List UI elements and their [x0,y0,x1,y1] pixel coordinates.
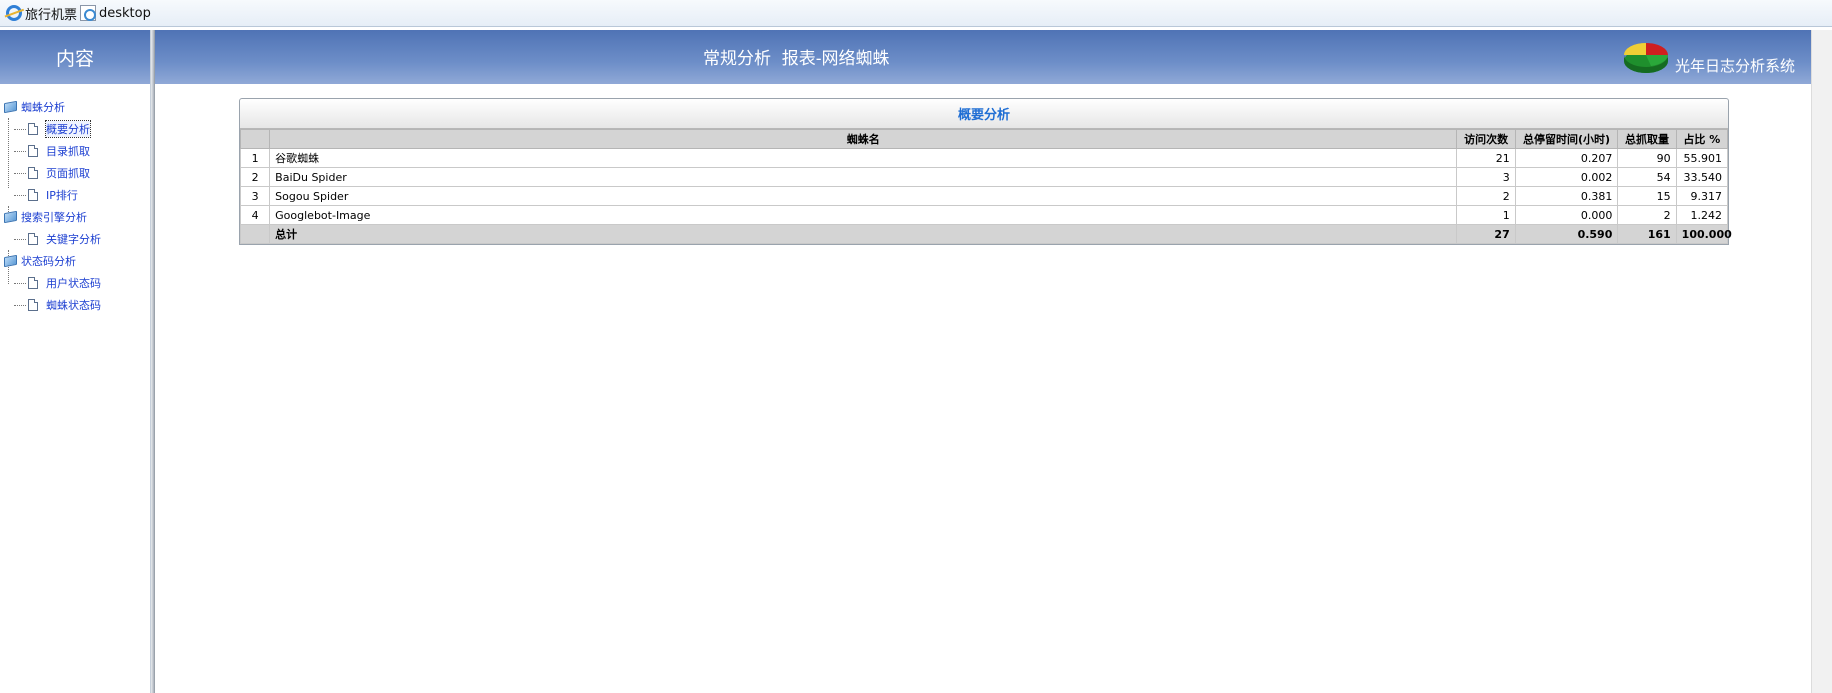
document-icon [28,189,38,201]
tree-item-label[interactable]: 蜘蛛状态码 [46,297,101,313]
visits-cell: 2 [1456,186,1516,206]
tree-folder-label[interactable]: 状态码分析 [21,253,76,269]
percent-cell: 9.317 [1675,186,1729,206]
stay-time-cell: 0.002 [1514,167,1619,187]
total-stay-time: 0.590 [1514,224,1619,244]
spider-name-cell: 谷歌蜘蛛 [269,148,1458,168]
tree-item-label[interactable]: 用户状态码 [46,275,101,291]
total-crawl-count: 161 [1617,224,1677,244]
percent-cell: 1.242 [1675,205,1729,225]
stay-time-cell: 0.381 [1514,186,1619,206]
favorite-label: desktop [99,5,151,21]
tree-item-label[interactable]: 目录抓取 [46,143,90,159]
folder-icon [4,210,17,224]
percent-cell: 33.540 [1675,167,1729,187]
document-icon [28,233,38,245]
table-row: 3 Sogou Spider 2 0.381 15 9.317 [239,186,1729,206]
tree-item-label[interactable]: 页面抓取 [46,165,90,181]
tree-folder-label[interactable]: 搜索引擎分析 [21,209,87,225]
tree-item-ip-ranking[interactable]: IP排行 [0,184,150,206]
document-icon [28,123,38,135]
tree-branch [14,304,26,306]
tree-branch [14,282,26,284]
tree-folder-status-code[interactable]: 状态码分析 [0,250,150,272]
nav-title: 内容 [0,30,150,84]
tree-branch [14,172,26,174]
folder-icon [4,100,17,114]
percent-cell: 55.901 [1675,148,1729,168]
column-header-crawl-count[interactable]: 总抓取量 [1617,129,1677,149]
row-index: 4 [239,205,271,225]
tree-item-label[interactable]: IP排行 [46,187,78,203]
tree-item-keyword[interactable]: 关键字分析 [0,228,150,250]
tree-item-user-status[interactable]: 用户状态码 [0,272,150,294]
column-header-percent[interactable]: 占比 % [1675,129,1729,149]
document-icon [28,299,38,311]
favorite-label: 旅行机票 [25,7,78,23]
document-icon [28,145,38,157]
tree-branch [14,194,26,196]
pie-chart-logo-icon [1624,43,1668,73]
total-percent: 100.000 [1675,224,1732,244]
stay-time-cell: 0.207 [1514,148,1619,168]
favorites-bar: 旅行机票 desktop [0,0,1832,27]
report-caption: 概要分析 [240,99,1728,129]
tree-item-label[interactable]: 概要分析 [45,120,91,138]
stay-time-cell: 0.000 [1514,205,1619,225]
table-row: 1 谷歌蜘蛛 21 0.207 90 55.901 [239,148,1729,168]
tree-item-spider-status[interactable]: 蜘蛛状态码 [0,294,150,316]
main-frame: 常规分析 报表-网络蜘蛛 光年日志分析系统 概要分析 蜘蛛名 访问次数 总停留时… [155,30,1832,693]
tree-folder-spider[interactable]: 蜘蛛分析 [0,96,150,118]
vertical-scrollbar[interactable] [1811,30,1832,693]
folder-icon [4,254,17,268]
page-title: 常规分析 报表-网络蜘蛛 [703,49,890,69]
visits-cell: 3 [1456,167,1516,187]
tree-item-label[interactable]: 关键字分析 [46,231,101,247]
tree-folder-search-engine[interactable]: 搜索引擎分析 [0,206,150,228]
total-label: 总计 [269,224,1458,244]
crawl-count-cell: 15 [1617,186,1677,206]
favorite-link-desktop[interactable]: desktop [80,4,151,22]
total-visits: 27 [1456,224,1516,244]
left-nav-panel: 内容 蜘蛛分析 概要分析 目录抓取 页面抓取 IP排行 搜索引擎分析 关键字分析… [0,30,151,693]
spider-name-cell: Sogou Spider [269,186,1458,206]
tree-item-directory-crawl[interactable]: 目录抓取 [0,140,150,162]
table-row: 4 Googlebot-Image 1 0.000 2 1.242 [239,205,1729,225]
spider-summary-table: 蜘蛛名 访问次数 总停留时间(小时) 总抓取量 占比 % 1 谷歌蜘蛛 21 0… [239,129,1732,244]
product-logo-text: 光年日志分析系统 [1675,57,1796,75]
tree-item-summary[interactable]: 概要分析 [0,118,150,140]
row-index: 1 [239,148,271,168]
column-header-index [239,129,271,149]
column-header-spider-name[interactable]: 蜘蛛名 [269,129,1458,149]
crawl-count-cell: 54 [1617,167,1677,187]
crawl-count-cell: 90 [1617,148,1677,168]
spider-name-cell: BaiDu Spider [269,167,1458,187]
page-header: 常规分析 报表-网络蜘蛛 光年日志分析系统 [155,30,1811,84]
page-icon [80,5,96,21]
table-row: 2 BaiDu Spider 3 0.002 54 33.540 [239,167,1729,187]
tree-branch [14,150,26,152]
favorite-link-travel[interactable]: 旅行机票 [6,4,78,23]
total-index [239,224,271,244]
tree-branch [14,128,26,130]
visits-cell: 21 [1456,148,1516,168]
table-header-row: 蜘蛛名 访问次数 总停留时间(小时) 总抓取量 占比 % [239,129,1729,149]
crawl-count-cell: 2 [1617,205,1677,225]
row-index: 3 [239,186,271,206]
document-icon [28,277,38,289]
column-header-stay-time[interactable]: 总停留时间(小时) [1514,129,1619,149]
column-header-visits[interactable]: 访问次数 [1456,129,1516,149]
visits-cell: 1 [1456,205,1516,225]
table-total-row: 总计 27 0.590 161 100.000 [239,224,1732,244]
tree-branch [14,238,26,240]
report-panel: 概要分析 蜘蛛名 访问次数 总停留时间(小时) 总抓取量 占比 % 1 谷歌蜘蛛… [239,98,1732,245]
tree-item-page-crawl[interactable]: 页面抓取 [0,162,150,184]
document-icon [28,167,38,179]
nav-tree: 蜘蛛分析 概要分析 目录抓取 页面抓取 IP排行 搜索引擎分析 关键字分析 状态… [0,84,150,316]
tree-folder-label[interactable]: 蜘蛛分析 [21,99,65,115]
spider-name-cell: Googlebot-Image [269,205,1458,225]
ie-icon [6,5,22,21]
row-index: 2 [239,167,271,187]
